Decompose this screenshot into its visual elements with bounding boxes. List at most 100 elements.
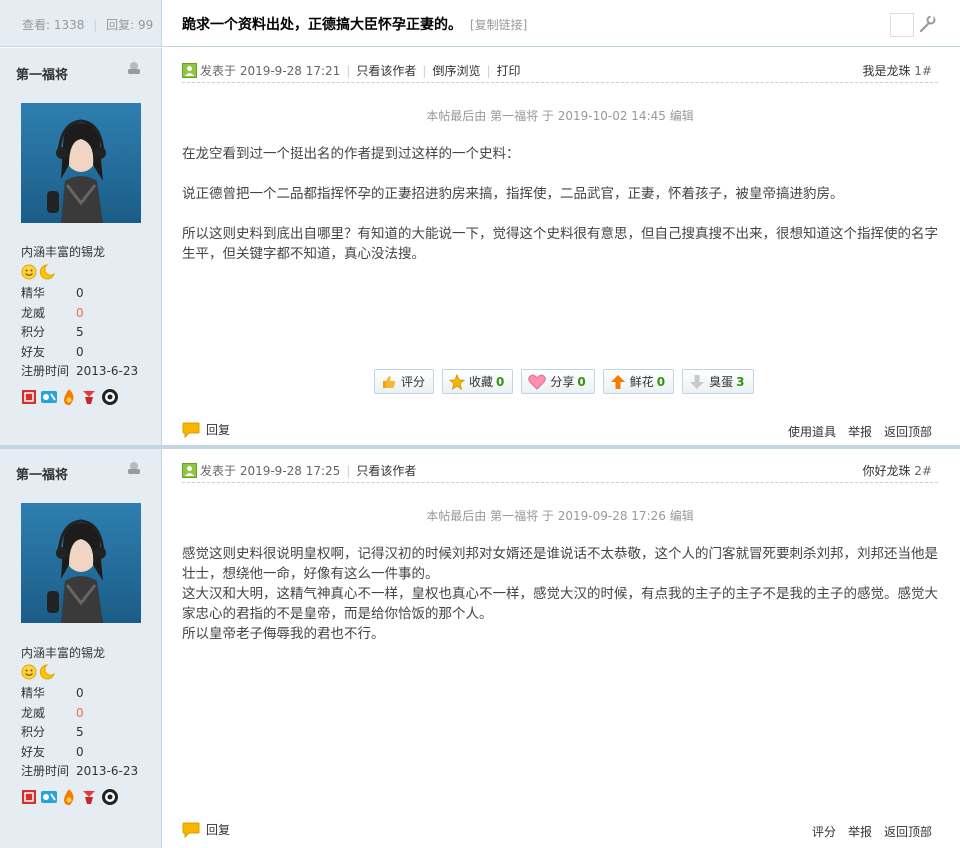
replies-label: 回复:: [106, 18, 135, 32]
eye-medal-icon[interactable]: [101, 788, 119, 806]
rank-stars-icon: [21, 264, 55, 280]
stat-value[interactable]: 0: [76, 704, 84, 724]
stat-row: 注册时间 2013-6-23: [21, 762, 138, 782]
stat-row: 精华 0: [21, 284, 138, 304]
post-paragraph: 说正德曾把一个二品都指挥怀孕的正妻招进豹房来搞，指挥使，二品武官，正妻，怀着孩子…: [182, 186, 844, 202]
share-count: 0: [577, 374, 586, 389]
use-tool-link[interactable]: 使用道具: [788, 423, 836, 440]
egg-button[interactable]: 臭蛋 3: [682, 369, 754, 394]
eye-medal-icon[interactable]: [101, 388, 119, 406]
stat-value[interactable]: 0: [76, 284, 84, 304]
floor-number[interactable]: 我是龙珠 1#: [862, 62, 932, 79]
edit-notice: 本帖最后由 第一福将 于 2019-10-02 14:45 编辑: [426, 109, 694, 123]
rate-link[interactable]: 评分: [812, 823, 836, 840]
post-meta: 发表于 2019-9-28 17:21 | 只看该作者 | 倒序浏览 | 打印 …: [182, 59, 938, 83]
user-rank[interactable]: 内涵丰富的锡龙: [21, 243, 105, 260]
stat-value[interactable]: 0: [76, 343, 84, 363]
stat-value[interactable]: 5: [76, 723, 84, 743]
copy-link[interactable]: [复制链接]: [470, 18, 527, 32]
stat-row: 好友 0: [21, 743, 138, 763]
post-date: 发表于 2019-9-28 17:21: [200, 64, 341, 78]
stat-value[interactable]: 5: [76, 323, 84, 343]
stat-value[interactable]: 0: [76, 304, 84, 324]
back-to-top-link[interactable]: 返回顶部: [884, 823, 932, 840]
user-rank[interactable]: 内涵丰富的锡龙: [21, 644, 105, 661]
thread-title-text: 跪求一个资料出处，正德搞大臣怀孕正妻的。: [182, 17, 462, 33]
red-medal-icon[interactable]: [21, 788, 37, 806]
user-card-icon[interactable]: [127, 61, 141, 75]
flower-label: 鲜花: [629, 375, 654, 389]
author-name[interactable]: 第一福将: [16, 64, 68, 83]
floor-index[interactable]: 1#: [914, 64, 932, 78]
views-label: 查看:: [22, 18, 51, 32]
avatar[interactable]: [21, 503, 141, 623]
reply-button[interactable]: 回复: [182, 421, 230, 438]
stat-row: 积分 5: [21, 723, 138, 743]
blue-medal-icon[interactable]: [40, 388, 58, 406]
only-author-link[interactable]: 只看该作者: [356, 462, 416, 479]
share-button[interactable]: 分享 0: [521, 369, 595, 394]
floor-index[interactable]: 2#: [914, 464, 932, 478]
stat-key: 好友: [21, 344, 46, 359]
post-paragraph: 在龙空看到过一个挺出名的作者提到过这样的一个史料：: [182, 146, 520, 162]
post-paragraph: 所以这则史料到底出自哪里？有知道的大能说一下，觉得这个史料很有意思，但自己搜真搜…: [182, 226, 938, 262]
stat-key: 注册时间: [21, 364, 70, 378]
user-stats: 精华 0 龙威 0 积分 5 好友 0 注册时间 2013-6-23: [21, 684, 138, 782]
report-link[interactable]: 举报: [848, 823, 872, 840]
flame-medal-icon[interactable]: [61, 388, 77, 406]
flame-medal-icon[interactable]: [61, 788, 77, 806]
wrench-icon[interactable]: [918, 14, 936, 34]
flower-count: 0: [656, 374, 666, 389]
edit-notice: 本帖最后由 第一福将 于 2019-09-28 17:26 编辑: [426, 509, 694, 523]
online-status-icon: [182, 63, 197, 78]
stats-divider: |: [93, 18, 98, 32]
reverse-order-link[interactable]: 倒序浏览: [432, 62, 480, 79]
author-sidebar: 第一福将 内涵丰富的锡龙 精华 0 龙威 0 积分 5 好友 0 注册时间 2013-6-…: [0, 48, 162, 445]
back-to-top-link[interactable]: 返回顶部: [884, 423, 932, 440]
floor-label[interactable]: 我是龙珠: [862, 64, 910, 78]
floor-label[interactable]: 你好龙珠: [862, 464, 910, 478]
author-name[interactable]: 第一福将: [16, 464, 68, 483]
stat-key: 龙威: [21, 305, 46, 320]
print-link[interactable]: 打印: [497, 62, 521, 79]
thread-title: 跪求一个资料出处，正德搞大臣怀孕正妻的。 [复制链接]: [182, 14, 527, 34]
avatar[interactable]: [21, 103, 141, 223]
stat-row: 好友 0: [21, 343, 138, 363]
ribbon-medal-icon[interactable]: [80, 388, 98, 406]
meta-divider: |: [486, 63, 491, 78]
post-paragraph: 感觉这则史料很说明皇权啊，记得汉初的时候刘邦对女婿还是谁说话不太恭敬，这个人的门…: [182, 546, 938, 582]
rate-label: 评分: [401, 375, 426, 389]
share-label: 分享: [550, 375, 575, 389]
favorite-label: 收藏: [469, 375, 494, 389]
egg-label: 臭蛋: [709, 375, 734, 389]
meta-divider: |: [346, 63, 351, 78]
heart-icon: [528, 374, 547, 390]
red-medal-icon[interactable]: [21, 388, 37, 406]
ribbon-medal-icon[interactable]: [80, 788, 98, 806]
favorite-button[interactable]: 收藏 0: [442, 369, 514, 394]
favorite-count: 0: [496, 374, 505, 389]
reply-button[interactable]: 回复: [182, 821, 230, 838]
arrow-up-icon: [610, 374, 625, 389]
blue-medal-icon[interactable]: [40, 788, 58, 806]
rate-button[interactable]: 评分: [374, 369, 435, 394]
only-author-link[interactable]: 只看该作者: [356, 62, 416, 79]
star-icon: [449, 373, 466, 390]
stat-value: 2013-6-23: [76, 764, 139, 778]
footer-links: 评分 举报 返回顶部: [812, 823, 932, 840]
stat-value[interactable]: 0: [76, 684, 84, 704]
post-actions: 评分 收藏 0 分享 0 鲜花 0 臭蛋 3: [374, 369, 754, 394]
views-count: 1338: [53, 18, 85, 32]
thread-stats: 查看: 1338 | 回复: 99: [22, 16, 153, 33]
floor-number[interactable]: 你好龙珠 2#: [862, 462, 932, 479]
header-checkbox[interactable]: [890, 13, 914, 37]
flower-button[interactable]: 鲜花 0: [602, 369, 675, 394]
user-card-icon[interactable]: [127, 461, 141, 475]
author-sidebar: 第一福将 内涵丰富的锡龙 精华 0 龙威 0 积分 5 好友 0 注册时间 2013-6-…: [0, 449, 162, 848]
stat-key: 龙威: [21, 705, 46, 720]
stat-key: 好友: [21, 744, 46, 759]
stat-row: 注册时间 2013-6-23: [21, 362, 138, 382]
report-link[interactable]: 举报: [848, 423, 872, 440]
post-body: 感觉这则史料很说明皇权啊，记得汉初的时候刘邦对女婿还是谁说话不太恭敬，这个人的门…: [182, 544, 940, 644]
stat-value[interactable]: 0: [76, 743, 84, 763]
